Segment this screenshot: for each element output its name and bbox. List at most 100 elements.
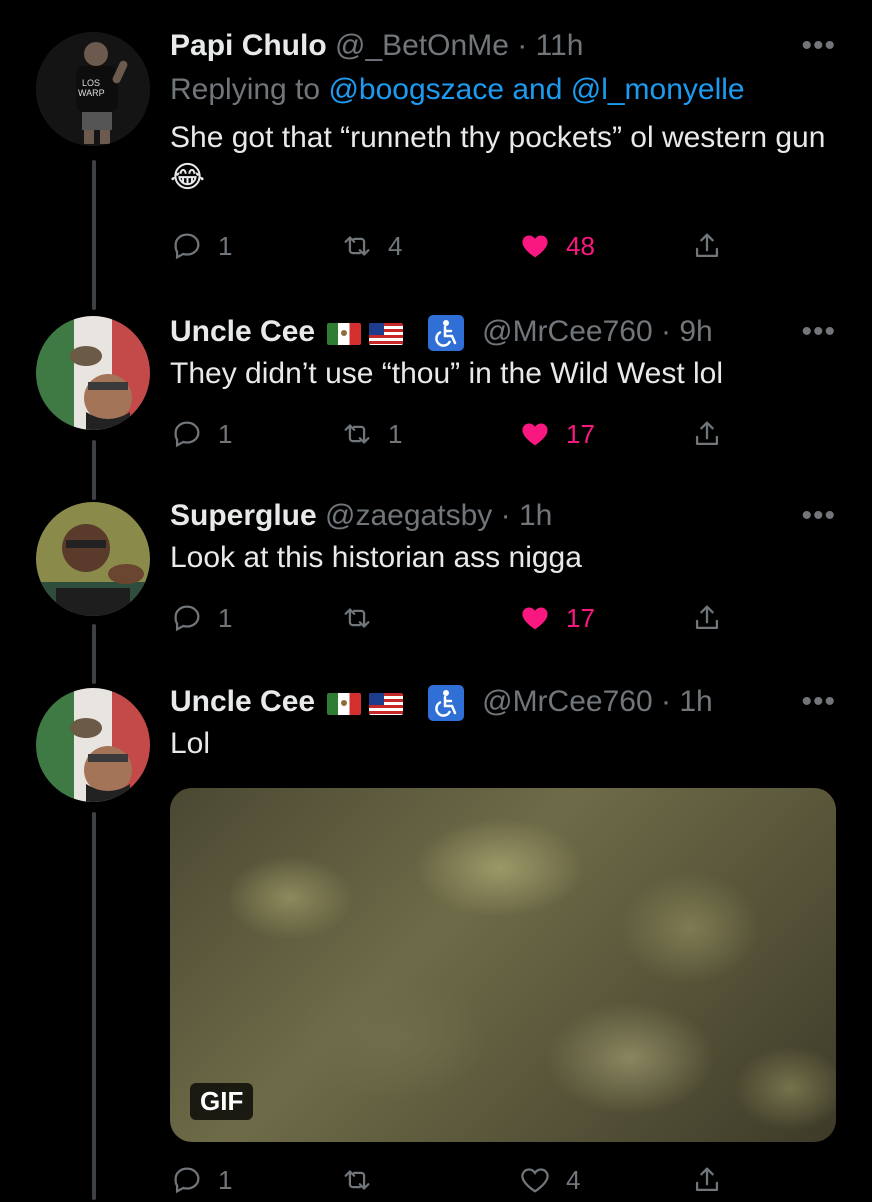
like-button[interactable]: 4 — [518, 1158, 580, 1202]
tweet-header: Uncle Cee @MrCee760 · 9h ••• — [170, 310, 836, 354]
wheelchair-icon — [427, 315, 464, 352]
separator-dot: · — [500, 499, 511, 532]
display-name[interactable]: Uncle Cee — [170, 685, 315, 718]
tweet-actions: 1 4 — [170, 1158, 740, 1202]
reply-count: 1 — [218, 418, 233, 449]
replying-to-label: Replying to — [170, 73, 321, 106]
like-button[interactable]: 17 — [518, 596, 595, 640]
heart-outline-icon — [521, 1168, 549, 1193]
retweet-button[interactable] — [340, 1158, 388, 1202]
reply-button[interactable]: 1 — [170, 412, 232, 456]
display-name[interactable]: Superglue — [170, 499, 317, 532]
tweet[interactable]: Uncle Cee @MrCee760 · 9h ••• They didn’t… — [0, 300, 872, 484]
avatar[interactable] — [36, 316, 150, 430]
heart-filled-icon — [522, 235, 548, 258]
share-icon — [695, 1167, 719, 1192]
tweet-header: Superglue @zaegatsby · 1h ••• — [170, 494, 836, 538]
timestamp[interactable]: 1h — [519, 499, 552, 532]
share-button[interactable] — [690, 596, 724, 640]
like-button[interactable]: 17 — [518, 412, 595, 456]
share-icon — [695, 421, 719, 446]
user-handle[interactable]: @zaegatsby — [325, 499, 492, 532]
user-handle[interactable]: @_BetOnMe — [335, 29, 509, 62]
reply-icon — [174, 421, 200, 448]
avatar[interactable] — [36, 688, 150, 802]
timestamp[interactable]: 1h — [679, 685, 712, 718]
us-flag-icon — [369, 693, 404, 716]
share-button[interactable] — [690, 412, 724, 456]
retweet-button[interactable]: 1 — [340, 412, 402, 456]
svg-text:WARP: WARP — [78, 88, 105, 98]
mention-link[interactable]: @l_monyelle — [571, 73, 745, 106]
like-count: 17 — [566, 418, 595, 449]
tweet-actions: 1 1 17 — [170, 412, 740, 456]
wheelchair-icon — [427, 685, 464, 722]
name-emoji — [327, 681, 411, 725]
reply-button[interactable]: 1 — [170, 224, 232, 268]
user-handle[interactable]: @MrCee760 — [482, 315, 653, 348]
reply-icon — [174, 1167, 200, 1194]
timestamp[interactable]: 11h — [536, 29, 584, 62]
mention-and[interactable]: and — [512, 73, 562, 106]
avatar-image — [36, 502, 150, 616]
svg-text:LOS: LOS — [82, 78, 100, 88]
reply-icon — [174, 605, 200, 632]
reply-count: 1 — [218, 230, 233, 261]
tweet[interactable]: LOS WARP Papi Chulo @_BetOnMe · 11h ••• … — [0, 0, 872, 300]
more-options-icon[interactable]: ••• — [801, 24, 836, 68]
reply-button[interactable]: 1 — [170, 596, 232, 640]
tweet-text: Look at this historian ass nigga — [170, 541, 582, 574]
avatar-image — [36, 688, 150, 802]
gif-badge: GIF — [190, 1083, 254, 1120]
retweet-icon — [344, 236, 370, 256]
more-options-icon[interactable]: ••• — [801, 494, 836, 538]
avatar-image — [36, 316, 150, 430]
separator-dot: · — [660, 315, 671, 348]
retweet-icon — [344, 1170, 370, 1190]
user-handle[interactable]: @MrCee760 — [482, 685, 653, 718]
tweet-header: Uncle Cee @MrCee760 · 1h ••• — [170, 680, 836, 724]
tweet-text: She got that “runneth thy pockets” ol we… — [170, 121, 826, 194]
share-icon — [695, 605, 719, 630]
share-icon — [695, 233, 719, 258]
avatar-image: LOS WARP — [36, 32, 150, 146]
like-button[interactable]: 48 — [518, 224, 595, 268]
heart-filled-icon — [522, 423, 548, 446]
more-options-icon[interactable]: ••• — [801, 680, 836, 724]
share-button[interactable] — [690, 1158, 724, 1202]
retweet-count: 1 — [388, 418, 403, 449]
avatar[interactable]: LOS WARP — [36, 32, 150, 146]
name-emoji — [327, 311, 411, 355]
display-name[interactable]: Uncle Cee — [170, 315, 315, 348]
reply-icon — [174, 233, 200, 260]
mexico-flag-icon — [327, 693, 362, 716]
like-count: 48 — [566, 230, 595, 261]
tweet[interactable]: Superglue @zaegatsby · 1h ••• Look at th… — [0, 484, 872, 674]
like-count: 17 — [566, 602, 595, 633]
retweet-button[interactable]: 4 — [340, 224, 402, 268]
more-options-icon[interactable]: ••• — [801, 310, 836, 354]
separator-dot: · — [517, 29, 528, 62]
retweet-icon — [344, 424, 370, 444]
tweet-actions: 1 17 — [170, 596, 740, 640]
replying-to: Replying to @boogszace and @l_monyelle — [170, 68, 836, 112]
gif-media[interactable]: GIF — [170, 788, 836, 1142]
timestamp[interactable]: 9h — [679, 315, 712, 348]
tweet-actions: 1 4 48 — [170, 224, 740, 268]
display-name[interactable]: Papi Chulo — [170, 29, 327, 62]
mention-link[interactable]: @boogszace — [328, 73, 504, 106]
heart-filled-icon — [522, 607, 548, 630]
retweet-button[interactable] — [340, 596, 388, 640]
mexico-flag-icon — [327, 323, 362, 346]
reply-count: 1 — [218, 1164, 233, 1195]
like-count: 4 — [566, 1164, 581, 1195]
reply-count: 1 — [218, 602, 233, 633]
tweet-text: They didn’t use “thou” in the Wild West … — [170, 357, 724, 390]
reply-button[interactable]: 1 — [170, 1158, 232, 1202]
share-button[interactable] — [690, 224, 724, 268]
tweet-header: Papi Chulo @_BetOnMe · 11h ••• — [170, 24, 836, 68]
avatar[interactable] — [36, 502, 150, 616]
us-flag-icon — [369, 323, 404, 346]
retweet-count: 4 — [388, 230, 403, 261]
separator-dot: · — [660, 685, 671, 718]
